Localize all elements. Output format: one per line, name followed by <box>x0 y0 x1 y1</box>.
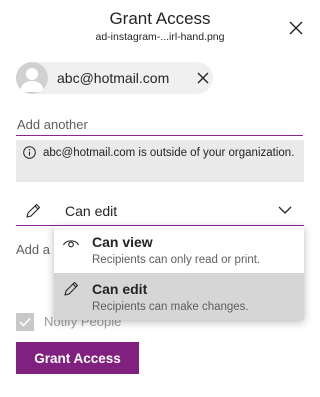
add-recipient-input[interactable] <box>16 108 303 136</box>
pencil-icon <box>26 203 41 218</box>
close-button[interactable] <box>284 16 308 40</box>
menu-item-title: Can edit <box>92 281 148 297</box>
checkbox[interactable] <box>16 313 34 331</box>
checkmark-icon <box>19 317 31 327</box>
add-message-field[interactable]: Add a message <box>16 242 56 257</box>
pencil-icon <box>64 281 79 296</box>
close-icon <box>289 21 303 35</box>
person-icon <box>20 68 44 92</box>
eye-icon <box>62 240 80 248</box>
menu-item-can-view[interactable]: Can view Recipients can only read or pri… <box>54 226 304 273</box>
info-icon <box>23 146 36 159</box>
permission-label: Can edit <box>65 203 118 219</box>
recipient-chip: abc@hotmail.com <box>16 62 213 94</box>
avatar <box>16 62 48 94</box>
menu-item-description: Recipients can make changes. <box>92 301 249 313</box>
menu-item-can-edit[interactable]: Can edit Recipients can make changes. <box>54 273 304 320</box>
chevron-down-icon <box>278 206 292 214</box>
grant-access-button[interactable]: Grant Access <box>16 342 139 374</box>
file-name: ad-instagram-...irl-hand.png <box>95 31 225 43</box>
remove-recipient-button[interactable] <box>194 69 212 87</box>
menu-item-description: Recipients can only read or print. <box>92 254 261 266</box>
external-warning: abc@hotmail.com is outside of your organ… <box>16 140 304 182</box>
permission-menu: Can view Recipients can only read or pri… <box>54 226 304 320</box>
warning-text: abc@hotmail.com is outside of your organ… <box>43 147 295 159</box>
close-icon <box>197 72 209 84</box>
dialog-title: Grant Access <box>109 9 211 28</box>
menu-item-title: Can view <box>92 234 153 250</box>
permission-dropdown[interactable]: Can edit <box>16 196 304 226</box>
recipient-email: abc@hotmail.com <box>57 70 170 86</box>
